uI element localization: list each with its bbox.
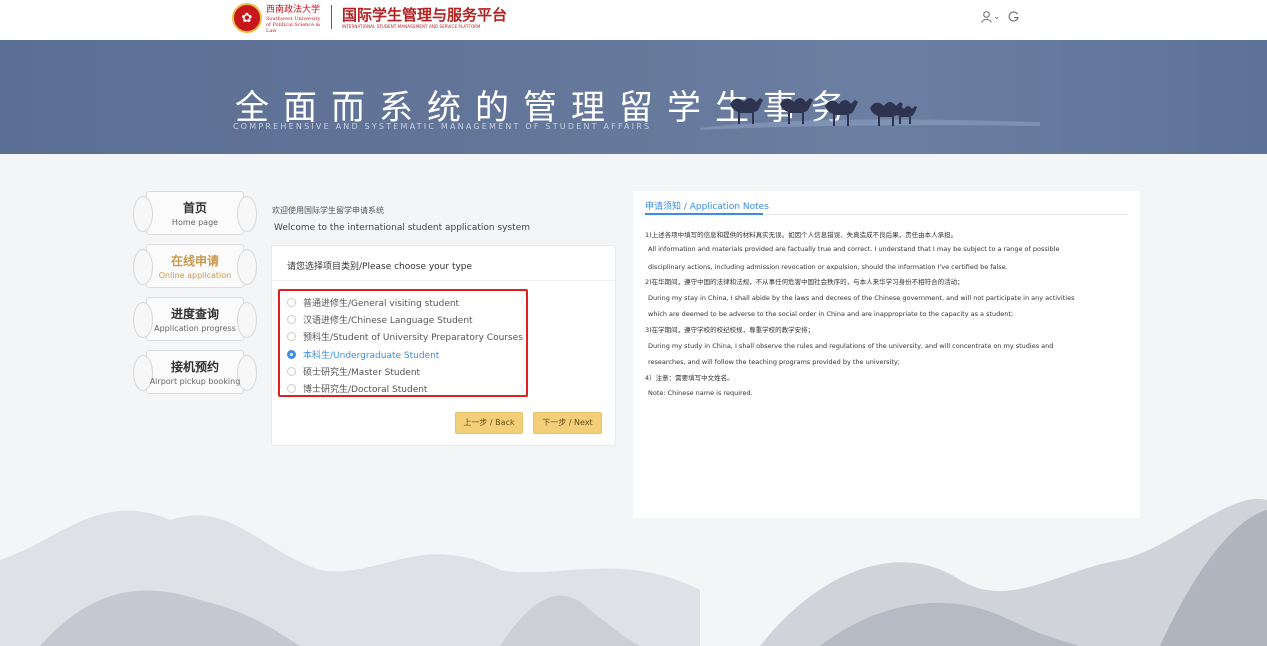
radio-button-checked[interactable] bbox=[287, 349, 296, 359]
type-options-group: 普通进修生/General visiting student 汉语进修生/Chi… bbox=[278, 289, 528, 397]
sidebar-item-sublabel: Online application bbox=[158, 271, 232, 280]
note-line: 1)上述各项中填写的信息和提供的材料真实无误。如因个人信息错误、失真造成不良后果… bbox=[645, 231, 958, 239]
sidebar-item-sublabel: Application progress bbox=[154, 324, 236, 333]
note-line: 3)在学期间，遵守学校的校纪校规，尊重学校的教学安排； bbox=[645, 326, 815, 334]
banner-subtitle: COMPREHENSIVE AND SYSTEMATIC MANAGEMENT … bbox=[233, 122, 652, 131]
university-name: 西南政法大学 Southwest University of Political… bbox=[266, 5, 326, 34]
sidebar-item-sublabel: Home page bbox=[171, 218, 219, 227]
option-preparatory-student[interactable]: 预科生/Student of University Preparatory Co… bbox=[287, 329, 523, 343]
note-line: disciplinary actions, including admissio… bbox=[648, 263, 1008, 271]
radio-button[interactable] bbox=[287, 297, 296, 307]
chevron-down-icon[interactable]: ⌄ bbox=[993, 12, 1001, 22]
sidebar-item-application-progress[interactable]: 进度查询 Application progress bbox=[133, 297, 257, 341]
welcome-text-cn: 欢迎使用国际学生留学申请系统 bbox=[272, 206, 384, 215]
sidebar-item-label: 首页 bbox=[182, 201, 207, 215]
language-icon[interactable] bbox=[1008, 11, 1019, 26]
option-label: 硕士研究生/Master Student bbox=[303, 367, 421, 378]
back-button[interactable]: 上一步 / Back bbox=[455, 412, 523, 434]
option-label: 预科生/Student of University Preparatory Co… bbox=[303, 332, 523, 343]
sidebar-item-label: 进度查询 bbox=[170, 307, 219, 321]
platform-subtitle: INTERNATIONAL STUDENT MANAGEMENT AND SER… bbox=[342, 24, 481, 29]
option-label: 普通进修生/General visiting student bbox=[303, 298, 460, 309]
top-bar: ✿ 西南政法大学 Southwest University of Politic… bbox=[0, 0, 1267, 40]
option-general-visiting-student[interactable]: 普通进修生/General visiting student bbox=[287, 295, 459, 309]
note-line: All information and materials provided a… bbox=[648, 245, 1060, 253]
card-header: 请您选择项目类别/Please choose your type bbox=[272, 246, 615, 281]
radio-button[interactable] bbox=[287, 383, 296, 393]
note-line: During my stay in China, I shall abide b… bbox=[648, 294, 1075, 302]
application-notes-panel: 申请须知 / Application Notes 1)上述各项中填写的信息和提供… bbox=[633, 191, 1140, 518]
note-line: which are deemed to be adverse to the so… bbox=[648, 310, 1014, 318]
note-line: During my study in China, I shall observ… bbox=[648, 342, 1054, 350]
sidebar-item-airport-pickup[interactable]: 接机预约 Airport pickup booking bbox=[133, 350, 257, 394]
option-label: 本科生/Undergraduate Student bbox=[303, 350, 440, 361]
option-doctoral-student[interactable]: 博士研究生/Doctoral Student bbox=[287, 381, 427, 395]
university-name-en: Southwest University of Political Scienc… bbox=[266, 16, 321, 34]
tab-application-notes[interactable]: 申请须知 / Application Notes bbox=[645, 199, 769, 212]
note-line: 2)在华期间，遵守中国的法律和法规，不从事任何危害中国社会秩序的，与本人来华学习… bbox=[645, 278, 964, 286]
note-line: Note: Chinese name is required. bbox=[648, 389, 753, 397]
platform-title: 国际学生管理与服务平台 bbox=[342, 6, 508, 24]
type-selection-card: 请您选择项目类别/Please choose your type 普通进修生/G… bbox=[271, 245, 616, 446]
radio-button[interactable] bbox=[287, 366, 296, 376]
option-master-student[interactable]: 硕士研究生/Master Student bbox=[287, 364, 420, 378]
welcome-text-en: Welcome to the international student app… bbox=[274, 223, 531, 233]
note-line: researches, and will follow the teaching… bbox=[648, 358, 900, 366]
sidebar-item-label: 接机预约 bbox=[170, 360, 219, 374]
logo-divider bbox=[331, 5, 332, 29]
option-undergraduate-student[interactable]: 本科生/Undergraduate Student bbox=[287, 347, 439, 361]
option-chinese-language-student[interactable]: 汉语进修生/Chinese Language Student bbox=[287, 312, 473, 326]
active-tab-indicator bbox=[645, 213, 763, 215]
option-label: 汉语进修生/Chinese Language Student bbox=[303, 315, 473, 326]
hero-banner: 全面而系统的管理留学生事务 COMPREHENSIVE AND SYSTEMAT… bbox=[0, 40, 1267, 154]
radio-button[interactable] bbox=[287, 331, 296, 341]
sidebar-item-label: 在线申请 bbox=[170, 254, 219, 268]
next-button[interactable]: 下一步 / Next bbox=[533, 412, 602, 434]
radio-button[interactable] bbox=[287, 314, 296, 324]
sidebar-item-home[interactable]: 首页 Home page bbox=[133, 191, 257, 235]
note-line: 4）注意：需要填写中文姓名。 bbox=[645, 374, 734, 382]
sidebar-item-online-application[interactable]: 在线申请 Online application bbox=[133, 244, 257, 288]
option-label: 博士研究生/Doctoral Student bbox=[303, 384, 428, 395]
user-icon[interactable] bbox=[981, 11, 992, 26]
sidebar-item-sublabel: Airport pickup booking bbox=[149, 377, 241, 386]
camel-caravan-illustration bbox=[700, 98, 1040, 130]
university-logo-icon: ✿ bbox=[232, 3, 262, 33]
university-name-cn: 西南政法大学 bbox=[266, 5, 321, 15]
